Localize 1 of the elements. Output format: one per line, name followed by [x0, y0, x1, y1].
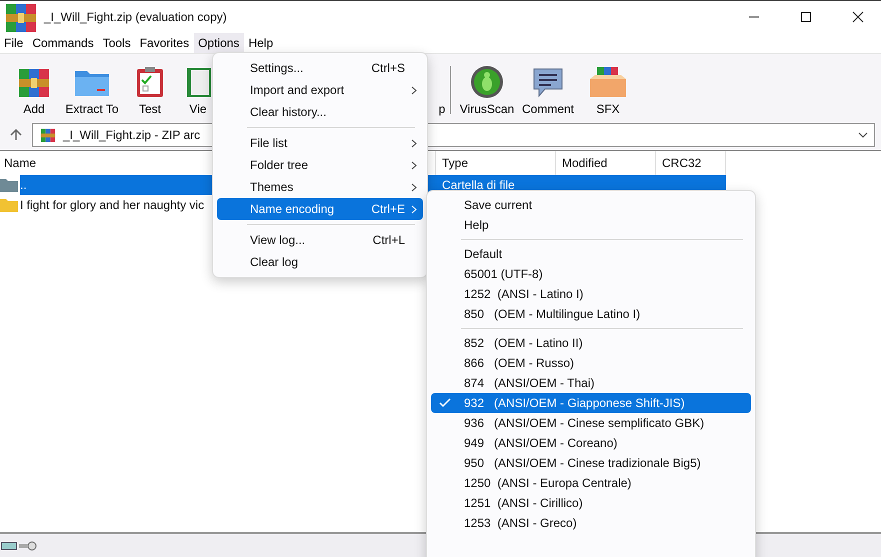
- window-title: _I_Will_Fight.zip (evaluation copy): [44, 10, 228, 24]
